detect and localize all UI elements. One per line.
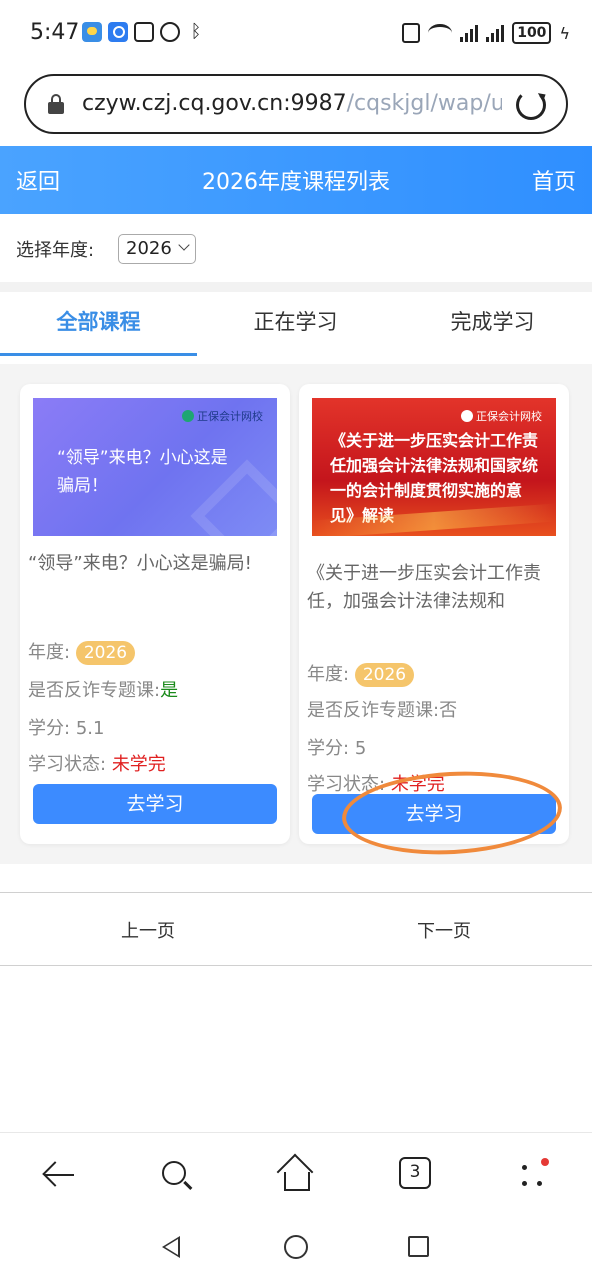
menu-dots-icon[interactable]: [514, 1155, 554, 1195]
anti-fraud-flag: 是否反诈专题课:是: [28, 676, 178, 702]
nfc-icon: [134, 22, 154, 42]
alarm-icon: [160, 22, 180, 42]
course-list: 正保会计网校 “领导”来电？小心这是骗局！ “领导”来电？小心这是骗局! 年度:…: [0, 364, 592, 864]
anti-fraud-label: 是否反诈专题课:: [28, 680, 161, 701]
chevron-down-icon: [178, 239, 190, 251]
credit-label: 学分:: [307, 738, 350, 759]
status-bar: 5:47 ᛒ 100 ϟ: [0, 0, 592, 66]
lock-icon[interactable]: [48, 94, 64, 114]
status-notification-icons: ᛒ: [82, 22, 206, 42]
wifi-icon: [428, 24, 453, 42]
go-study-button[interactable]: 去学习: [312, 794, 556, 834]
search-icon[interactable]: [156, 1155, 196, 1195]
study-status: 学习状态: 未学完: [307, 770, 445, 796]
year-badge: 2026: [75, 641, 136, 665]
bluetooth-icon: ᛒ: [190, 21, 202, 42]
tab-completed[interactable]: 完成学习: [394, 292, 591, 356]
url-host: czyw.czj.cq.gov.cn:9987: [82, 91, 347, 116]
credit-value: 5: [354, 738, 367, 759]
nav-recents-icon[interactable]: [408, 1236, 429, 1257]
year-filter-label: 选择年度:: [16, 240, 95, 261]
year-badge: 2026: [354, 663, 415, 687]
status-time: 5:47: [30, 20, 80, 45]
logo-icon: [182, 410, 194, 422]
school-logo: 正保会计网校: [182, 408, 263, 424]
nav-back-icon[interactable]: [162, 1236, 180, 1258]
anti-fraud-label: 是否反诈专题课:: [307, 700, 440, 721]
course-credit: 学分: 5.1: [28, 714, 104, 740]
nav-home-icon[interactable]: [284, 1235, 308, 1259]
page-title: 2026年度课程列表: [202, 170, 390, 195]
back-arrow-icon[interactable]: [40, 1155, 80, 1195]
anti-fraud-flag: 是否反诈专题课:否: [307, 696, 457, 722]
weather-icon: [82, 22, 102, 42]
anti-fraud-value: 否: [439, 700, 458, 721]
address-bar[interactable]: czyw.czj.cq.gov.cn:9987/cqskjgl/wap/u: [24, 74, 568, 134]
prev-page-button[interactable]: 上一页: [0, 917, 296, 943]
battery-icon: 100: [512, 22, 552, 44]
study-status-label: 学习状态:: [307, 774, 386, 795]
year-select[interactable]: 2026: [118, 234, 196, 264]
course-card[interactable]: 正保会计网校 《关于进一步压实会计工作责任加强会计法律法规和国家统一的会计制度贯…: [299, 384, 569, 844]
tab-in-progress[interactable]: 正在学习: [197, 292, 394, 356]
thumbnail-caption: “领导”来电？小心这是骗局！: [57, 448, 228, 496]
signal-icon: [460, 24, 479, 42]
charging-icon: ϟ: [559, 23, 570, 43]
reload-icon[interactable]: [516, 90, 546, 120]
year-filter-row: 选择年度: 2026: [0, 214, 592, 282]
course-year-label: 年度:: [28, 642, 71, 663]
school-logo-text: 正保会计网校: [197, 410, 263, 423]
home-icon[interactable]: [276, 1153, 316, 1195]
credit-label: 学分:: [28, 718, 71, 739]
course-thumbnail[interactable]: 正保会计网校 “领导”来电？小心这是骗局！: [33, 398, 277, 536]
course-year: 年度: 2026: [307, 660, 415, 687]
anti-fraud-value: 是: [160, 680, 179, 701]
course-year: 年度: 2026: [28, 638, 136, 665]
tab-count: 3: [399, 1157, 431, 1189]
school-logo-text: 正保会计网校: [476, 410, 542, 423]
go-study-button[interactable]: 去学习: [33, 784, 277, 824]
tabs-button[interactable]: 3: [396, 1155, 436, 1195]
system-nav-bar: [0, 1216, 592, 1278]
logo-icon: [461, 410, 473, 422]
url-text[interactable]: czyw.czj.cq.gov.cn:9987/cqskjgl/wap/u: [82, 91, 502, 116]
study-status-value: 未学完: [390, 774, 445, 795]
pagination: 上一页 下一页: [0, 892, 592, 966]
course-thumbnail[interactable]: 正保会计网校 《关于进一步压实会计工作责任加强会计法律法规和国家统一的会计制度贯…: [312, 398, 556, 536]
section-divider: [0, 282, 592, 292]
study-status-label: 学习状态:: [28, 754, 107, 775]
study-status-value: 未学完: [111, 754, 166, 775]
search-app-icon: [108, 22, 128, 42]
study-status: 学习状态: 未学完: [28, 750, 166, 776]
course-tabs: 全部课程 正在学习 完成学习: [0, 292, 592, 356]
tab-all-courses[interactable]: 全部课程: [0, 292, 197, 356]
course-credit: 学分: 5: [307, 734, 366, 760]
home-link[interactable]: 首页: [532, 164, 576, 196]
course-title[interactable]: “领导”来电？小心这是骗局!: [28, 550, 282, 578]
year-select-value: 2026: [126, 238, 172, 259]
course-year-label: 年度:: [307, 664, 350, 685]
school-logo: 正保会计网校: [461, 408, 542, 424]
page-header: 返回 2026年度课程列表 首页: [0, 146, 592, 214]
course-title[interactable]: 《关于进一步压实会计工作责任，加强会计法律法规和: [307, 560, 561, 620]
url-path: /cqskjgl/wap/u: [346, 91, 502, 116]
next-page-button[interactable]: 下一页: [296, 917, 592, 943]
credit-value: 5.1: [75, 718, 105, 739]
signal-icon: [486, 24, 505, 42]
browser-toolbar: 3: [0, 1132, 592, 1216]
vibrate-icon: [402, 23, 421, 43]
status-system-icons: 100 ϟ: [402, 22, 570, 44]
course-card[interactable]: 正保会计网校 “领导”来电？小心这是骗局！ “领导”来电？小心这是骗局! 年度:…: [20, 384, 290, 844]
